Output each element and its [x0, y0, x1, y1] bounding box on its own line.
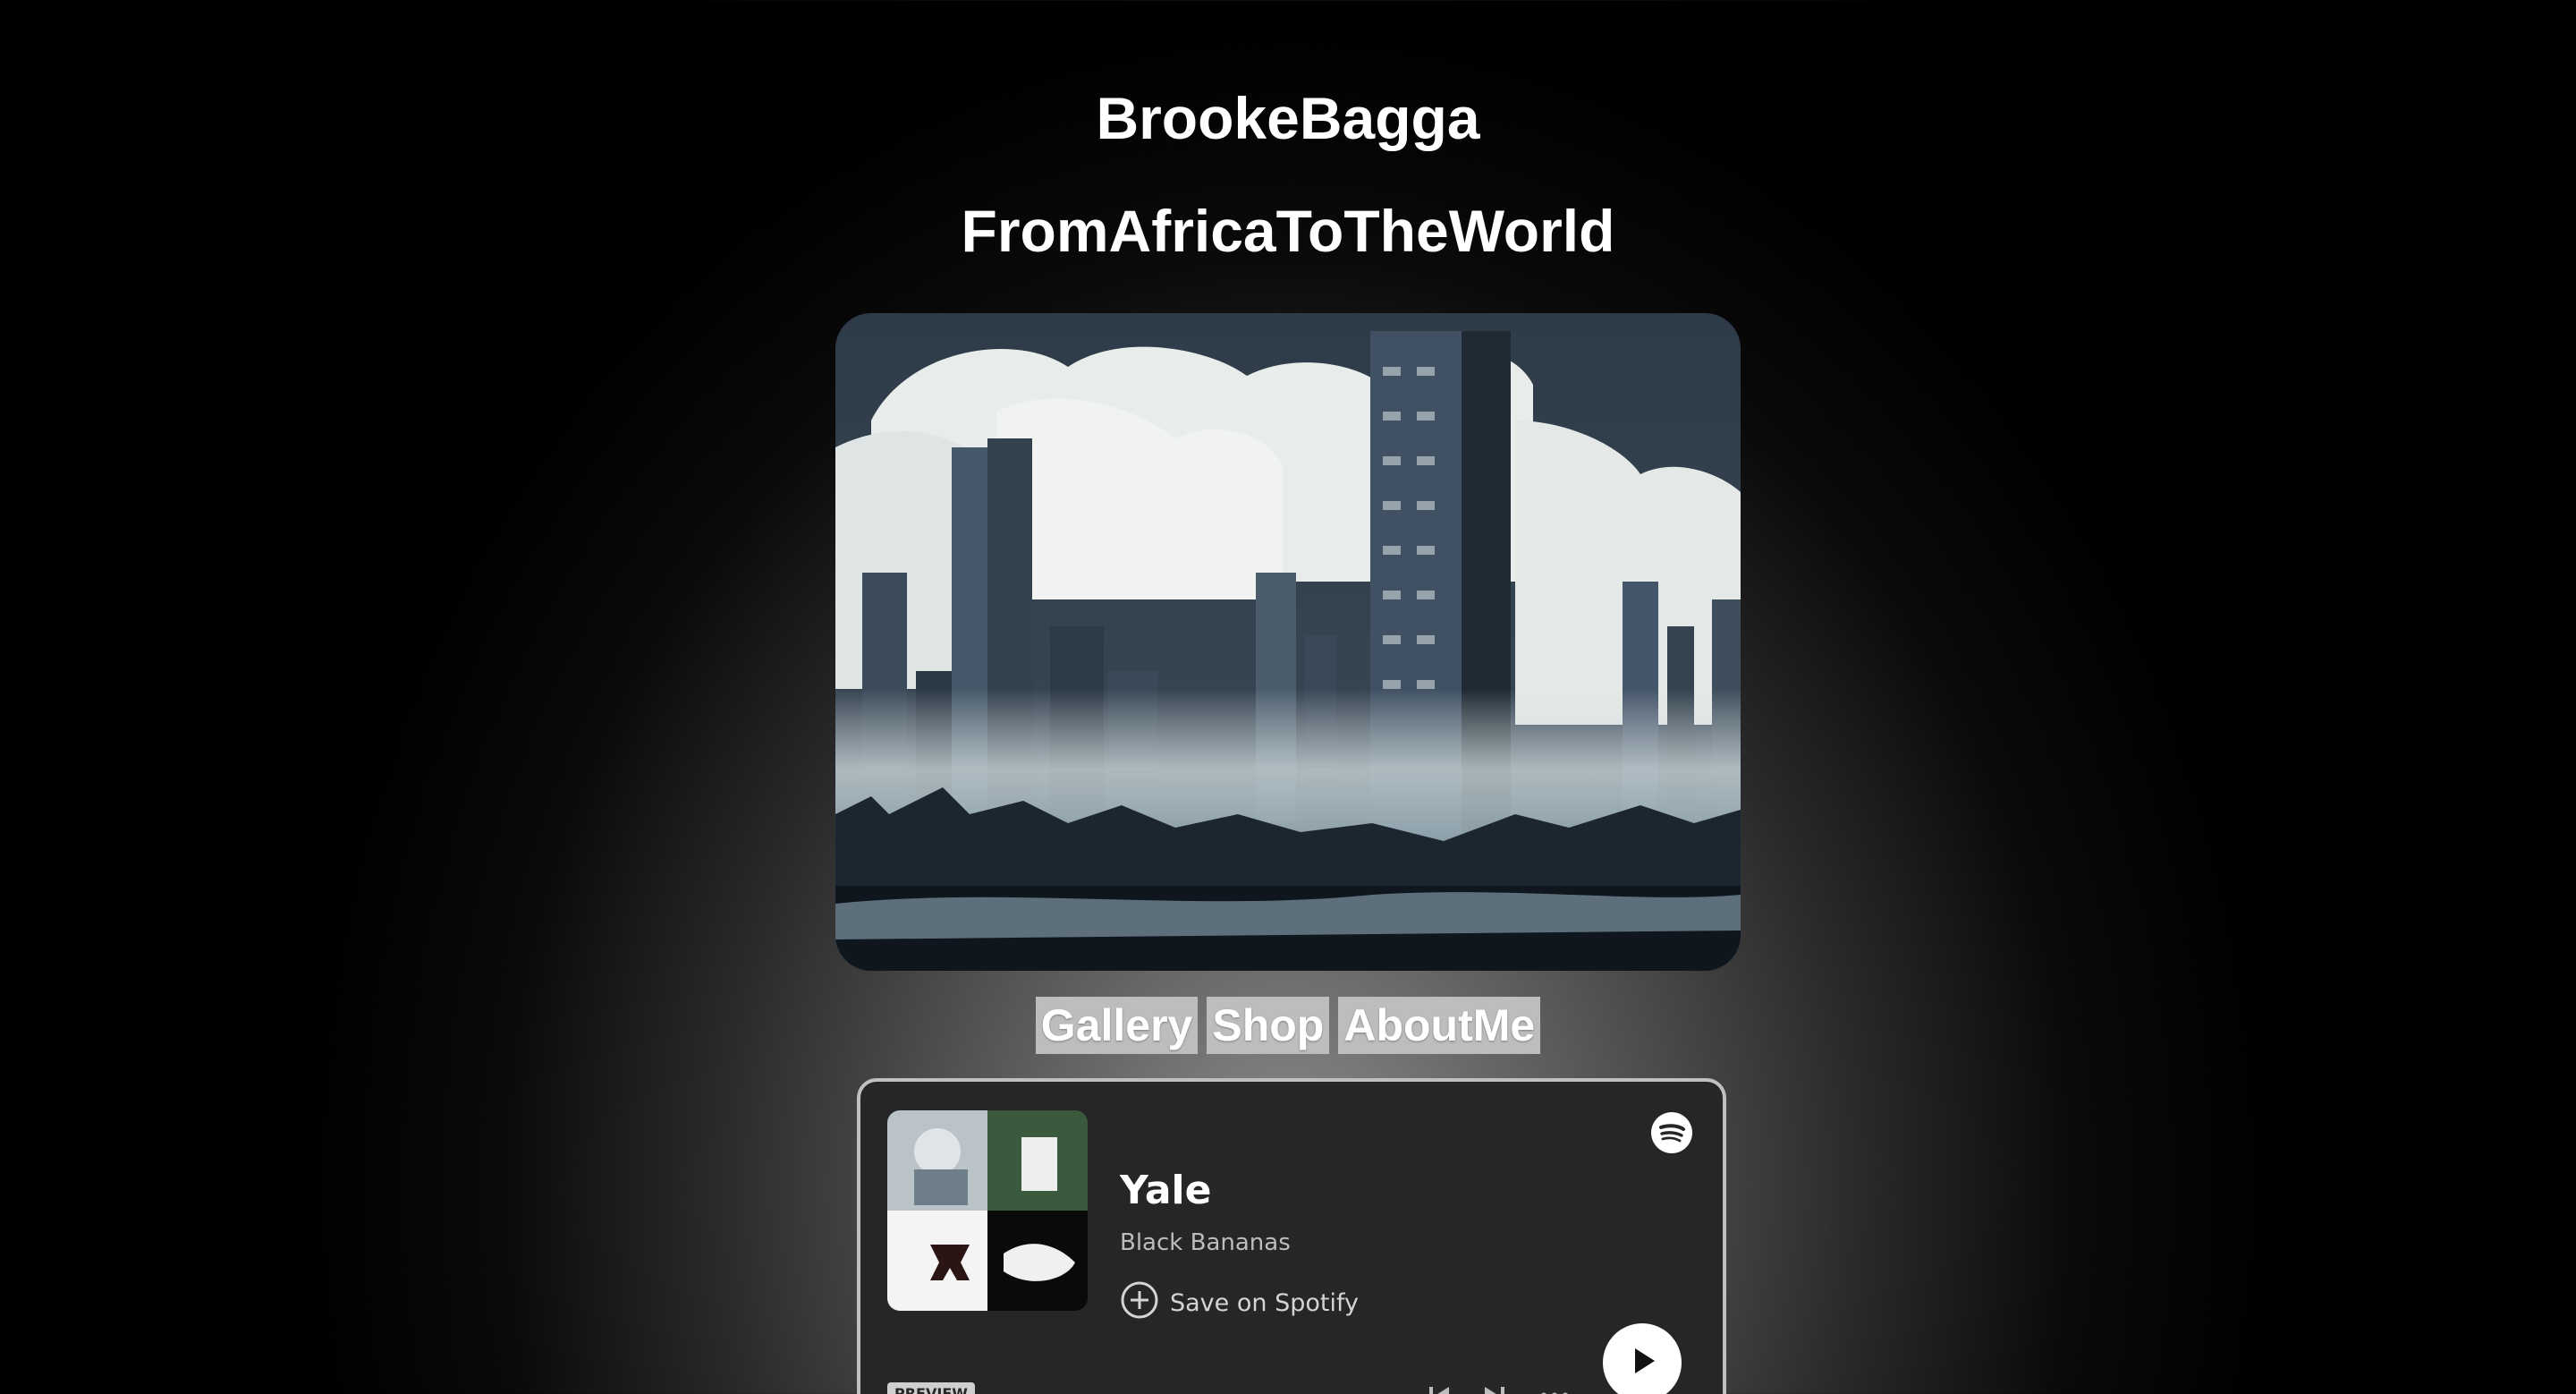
plus-circle-icon: [1120, 1280, 1159, 1326]
main-nav: Gallery Shop AboutMe: [0, 997, 2576, 1054]
site-title: BrookeBagga: [1096, 85, 1480, 151]
skip-back-icon[interactable]: [1426, 1382, 1453, 1394]
save-label: Save on Spotify: [1170, 1289, 1359, 1317]
track-title[interactable]: Yale: [1120, 1168, 1211, 1213]
skip-forward-icon[interactable]: [1481, 1382, 1508, 1394]
spotify-icon[interactable]: [1651, 1112, 1692, 1153]
spotify-embed-player: Yale Black Bananas Save on Spotify PREVI…: [857, 1078, 1726, 1394]
play-button[interactable]: [1603, 1323, 1682, 1394]
nav-link-gallery[interactable]: Gallery: [1035, 997, 1199, 1054]
save-on-spotify-button[interactable]: Save on Spotify: [1120, 1280, 1359, 1326]
preview-badge: PREVIEW: [887, 1382, 975, 1394]
more-icon[interactable]: [1537, 1382, 1572, 1394]
play-icon: [1624, 1343, 1660, 1382]
nav-link-shop[interactable]: Shop: [1207, 997, 1330, 1054]
artist-name[interactable]: Black Bananas: [1120, 1229, 1291, 1256]
hero-artwork-image: [835, 313, 1741, 971]
site-subtitle: FromAfricaToTheWorld: [961, 198, 1615, 264]
album-art-image: [887, 1110, 1088, 1311]
nav-link-aboutme[interactable]: AboutMe: [1338, 997, 1541, 1054]
